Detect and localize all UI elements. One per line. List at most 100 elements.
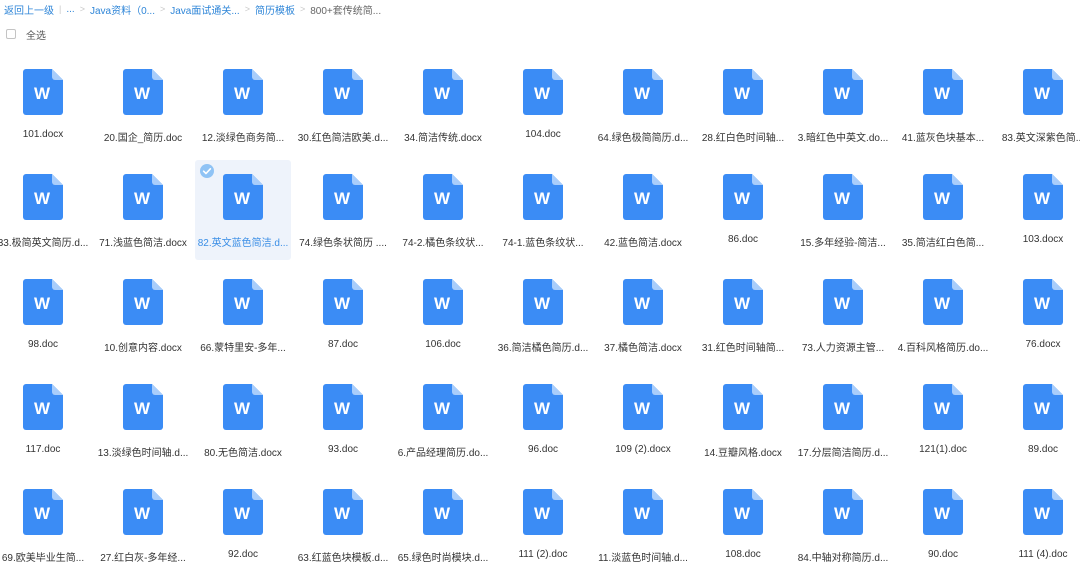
- word-doc-icon: W: [923, 279, 963, 325]
- file-item[interactable]: W 34.简洁传统.docx: [395, 55, 491, 155]
- file-item[interactable]: W 96.doc: [495, 370, 591, 470]
- breadcrumb-item-java-interview[interactable]: Java面试通关...: [170, 2, 239, 17]
- file-name: 98.doc: [27, 339, 59, 350]
- file-item[interactable]: W 76.docx: [995, 265, 1080, 365]
- file-item[interactable]: W 74.绿色条状简历 ....: [295, 160, 391, 260]
- file-item[interactable]: W 74-1.蓝色条纹状...: [495, 160, 591, 260]
- file-name: 86.doc: [727, 234, 759, 245]
- file-item[interactable]: W 87.doc: [295, 265, 391, 365]
- file-item[interactable]: W 65.绿色时尚模块.d...: [395, 475, 491, 575]
- svg-text:W: W: [534, 189, 551, 208]
- file-item[interactable]: W 27.红白灰-多年经...: [95, 475, 191, 575]
- file-item[interactable]: W 83.英文深紫色简...: [995, 55, 1080, 155]
- word-doc-icon: W: [323, 69, 363, 115]
- select-all-row[interactable]: 全选: [6, 27, 46, 42]
- word-doc-icon: W: [123, 384, 163, 430]
- file-item[interactable]: W 13.淡绿色时间轴.d...: [95, 370, 191, 470]
- back-to-parent-link[interactable]: 返回上一级: [4, 2, 54, 17]
- breadcrumb-item-java-materials[interactable]: Java资料（0...: [90, 2, 155, 17]
- file-item[interactable]: W 74-2.橘色条纹状...: [395, 160, 491, 260]
- file-item[interactable]: W 41.蓝灰色块基本...: [895, 55, 991, 155]
- file-item[interactable]: W 121(1).doc: [895, 370, 991, 470]
- file-item[interactable]: W 101.docx: [0, 55, 91, 155]
- svg-text:W: W: [734, 504, 751, 523]
- svg-text:W: W: [634, 294, 651, 313]
- file-item[interactable]: W 6.产品经理简历.do...: [395, 370, 491, 470]
- checkmark-circle-icon[interactable]: [200, 164, 214, 178]
- file-name: 106.doc: [425, 339, 461, 350]
- file-name: 15.多年经验-简洁...: [800, 238, 886, 249]
- svg-text:W: W: [734, 84, 751, 103]
- file-name: 108.doc: [725, 549, 761, 560]
- select-all-checkbox[interactable]: [6, 29, 16, 39]
- word-doc-icon: W: [23, 174, 63, 220]
- word-doc-icon: W: [1023, 384, 1063, 430]
- svg-text:W: W: [734, 399, 751, 418]
- file-item[interactable]: W 14.豆瓣风格.docx: [695, 370, 791, 470]
- file-name: 14.豆瓣风格.docx: [704, 448, 782, 459]
- word-doc-icon: W: [723, 279, 763, 325]
- file-item[interactable]: W 104.doc: [495, 55, 591, 155]
- file-item[interactable]: W 111 (2).doc: [495, 475, 591, 575]
- word-doc-icon: W: [823, 174, 863, 220]
- file-item[interactable]: W 33.极简英文简历.d...: [0, 160, 91, 260]
- breadcrumb-ellipsis[interactable]: ...: [66, 4, 74, 15]
- file-name: 96.doc: [527, 444, 559, 455]
- file-item[interactable]: W 66.蒙特里安-多年...: [195, 265, 291, 365]
- file-item[interactable]: W 31.红色时间轴简...: [695, 265, 791, 365]
- word-doc-icon: W: [723, 69, 763, 115]
- file-item[interactable]: W 108.doc: [695, 475, 791, 575]
- file-item[interactable]: W 17.分层简洁简历.d...: [795, 370, 891, 470]
- file-item[interactable]: W 84.中轴对称简历.d...: [795, 475, 891, 575]
- file-item[interactable]: W 111 (4).doc: [995, 475, 1080, 575]
- svg-text:W: W: [534, 504, 551, 523]
- svg-text:W: W: [834, 504, 851, 523]
- file-item[interactable]: W 109 (2).docx: [595, 370, 691, 470]
- file-item[interactable]: W 63.红蓝色块模板.d...: [295, 475, 391, 575]
- file-item[interactable]: W 71.浅蓝色简洁.docx: [95, 160, 191, 260]
- file-item[interactable]: W 10.创意内容.docx: [95, 265, 191, 365]
- file-item[interactable]: W 69.欧美毕业生简...: [0, 475, 91, 575]
- file-item[interactable]: W 42.蓝色简洁.docx: [595, 160, 691, 260]
- breadcrumb-item-resume-templates[interactable]: 简历模板: [255, 2, 295, 17]
- file-name: 3.暗红色中英文.do...: [797, 133, 889, 144]
- file-item[interactable]: W 98.doc: [0, 265, 91, 365]
- file-item[interactable]: W 4.百科风格简历.do...: [895, 265, 991, 365]
- file-item[interactable]: W 80.无色简洁.docx: [195, 370, 291, 470]
- breadcrumb-separator: >: [159, 4, 166, 14]
- file-item[interactable]: W 89.doc: [995, 370, 1080, 470]
- file-item[interactable]: W 64.绿色极简简历.d...: [595, 55, 691, 155]
- word-doc-icon: W: [823, 384, 863, 430]
- file-item[interactable]: W 90.doc: [895, 475, 991, 575]
- svg-text:W: W: [934, 399, 951, 418]
- breadcrumb-separator: |: [59, 4, 62, 14]
- file-item[interactable]: W 20.国企_简历.doc: [95, 55, 191, 155]
- file-name: 71.浅蓝色简洁.docx: [99, 238, 187, 249]
- file-item[interactable]: W 3.暗红色中英文.do...: [795, 55, 891, 155]
- svg-text:W: W: [434, 189, 451, 208]
- file-name: 76.docx: [1025, 339, 1061, 350]
- file-item[interactable]: W 28.红白色时间轴...: [695, 55, 791, 155]
- file-item[interactable]: W 106.doc: [395, 265, 491, 365]
- file-item[interactable]: W 92.doc: [195, 475, 291, 575]
- file-name: 101.docx: [22, 129, 64, 140]
- file-item[interactable]: W 93.doc: [295, 370, 391, 470]
- svg-text:W: W: [334, 504, 351, 523]
- file-item[interactable]: W 11.淡蓝色时间轴.d...: [595, 475, 691, 575]
- file-item[interactable]: W 35.简洁红白色简...: [895, 160, 991, 260]
- file-item[interactable]: W 36.简洁橘色简历.d...: [495, 265, 591, 365]
- word-doc-icon: W: [323, 489, 363, 535]
- file-item[interactable]: W 86.doc: [695, 160, 791, 260]
- svg-text:W: W: [234, 399, 251, 418]
- file-item[interactable]: W 30.红色简洁欧美.d...: [295, 55, 391, 155]
- file-item[interactable]: W 37.橘色简洁.docx: [595, 265, 691, 365]
- file-name: 63.红蓝色块模板.d...: [297, 553, 389, 564]
- word-doc-icon: W: [723, 384, 763, 430]
- file-item[interactable]: W 103.docx: [995, 160, 1080, 260]
- file-item[interactable]: W 12.淡绿色商务简...: [195, 55, 291, 155]
- file-item[interactable]: W 117.doc: [0, 370, 91, 470]
- svg-text:W: W: [434, 294, 451, 313]
- file-item[interactable]: W 82.英文蓝色简洁.d...: [195, 160, 291, 260]
- file-item[interactable]: W 15.多年经验-简洁...: [795, 160, 891, 260]
- file-item[interactable]: W 73.人力资源主管...: [795, 265, 891, 365]
